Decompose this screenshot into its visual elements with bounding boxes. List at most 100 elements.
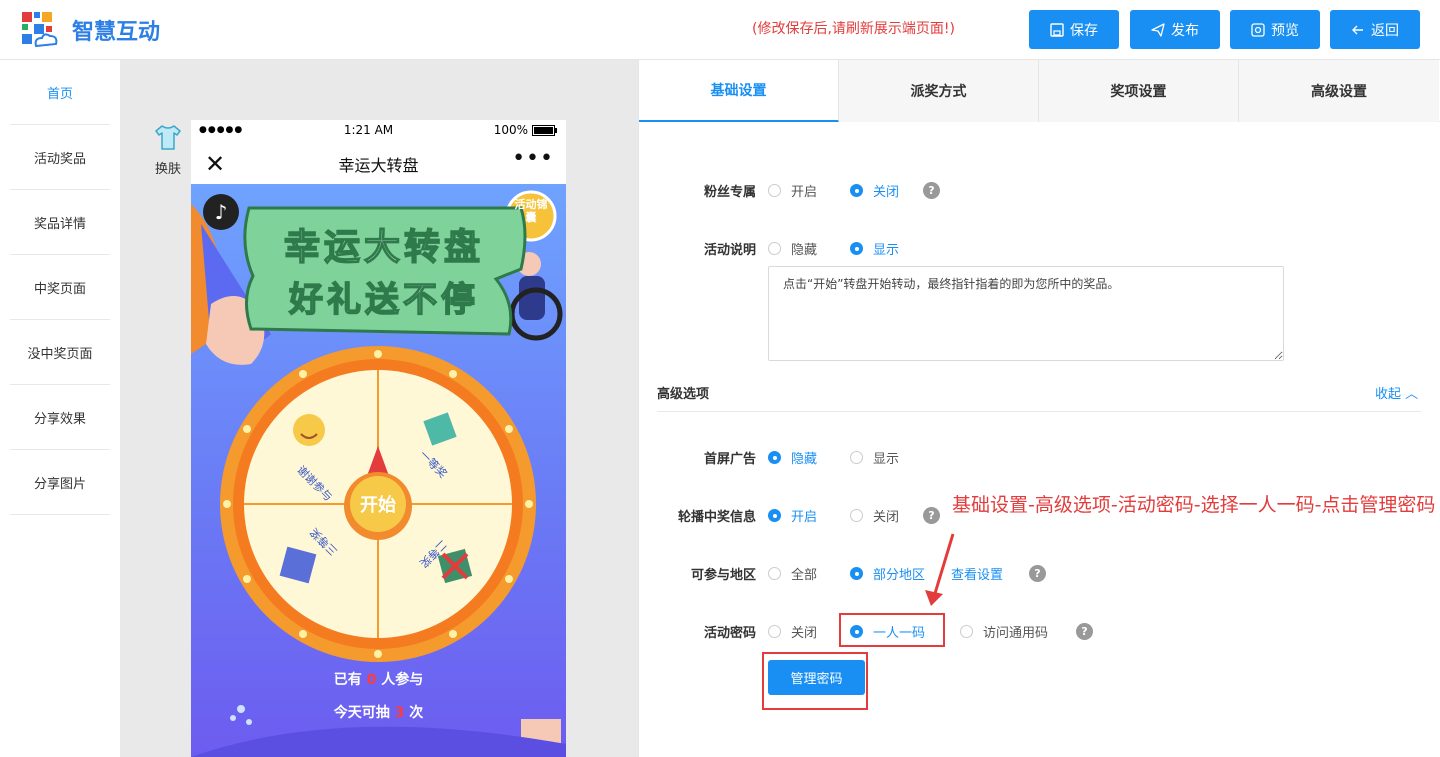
help-icon[interactable]: ? — [923, 506, 940, 524]
start-button[interactable]: 开始 — [350, 491, 406, 517]
section-divider — [657, 411, 1421, 412]
region-label: 可参与地区 — [690, 567, 756, 583]
nav-item-prizes[interactable]: 活动奖品 — [10, 125, 110, 190]
carousel-off-radio[interactable]: 关闭 — [850, 506, 899, 525]
save-button[interactable]: 保存 — [1029, 10, 1119, 49]
left-nav: 首页 活动奖品 奖品详情 中奖页面 没中奖页面 分享效果 分享图片 — [0, 60, 120, 757]
arrow-left-icon — [1352, 25, 1363, 34]
nav-item-share-effect[interactable]: 分享效果 — [10, 385, 110, 450]
status-bar: ●●●●● 1:21 AM 100% — [191, 120, 566, 140]
highlight-box-manage — [762, 652, 868, 710]
fans-only-on-radio[interactable]: 开启 — [768, 181, 817, 200]
chevron-up-icon: ︿ — [1405, 387, 1419, 402]
help-icon[interactable]: ? — [1076, 622, 1093, 640]
password-label: 活动密码 — [703, 625, 756, 641]
carousel-on-radio[interactable]: 开启 — [768, 506, 817, 525]
lottery-stage: ♪ 幸运大转盘 好礼送不停 活动锦囊 谢谢参与 一等奖 二等奖 三等奖 开始 已… — [191, 184, 566, 757]
radio-dot — [768, 450, 781, 464]
brand-name: 智慧互动 — [72, 20, 161, 45]
save-icon — [1050, 22, 1064, 37]
more-icon[interactable]: ••• — [512, 146, 554, 171]
draws-text: 今天可抽 3 次 — [191, 702, 566, 722]
radio-dot — [768, 624, 781, 638]
send-icon — [1151, 22, 1165, 37]
fans-only-on-label: 开启 — [791, 184, 818, 200]
help-icon[interactable]: ? — [1029, 564, 1046, 582]
collapse-toggle[interactable]: 收起 ︿ — [1375, 383, 1418, 402]
password-common-radio[interactable]: 访问通用码 — [960, 622, 1048, 641]
back-button[interactable]: 返回 — [1330, 10, 1420, 49]
skin-label: 换肤 — [154, 162, 181, 177]
preview-icon — [1251, 22, 1265, 37]
fans-only-off-label: 关闭 — [873, 184, 900, 200]
description-row: 活动说明 隐藏 显示 — [639, 236, 1440, 260]
settings-panel: 基础设置 派奖方式 奖项设置 高级设置 粉丝专属 开启 关闭 ? 活动说明 隐藏… — [638, 60, 1440, 757]
instruction-annotation: 基础设置-高级选项-活动密码-选择一人一码-点击管理密码 — [952, 494, 1436, 516]
splash-ad-hide-label: 隐藏 — [791, 451, 818, 467]
save-label: 保存 — [1070, 22, 1098, 39]
nav-item-win-page[interactable]: 中奖页面 — [10, 255, 110, 320]
advanced-options-title: 高级选项 — [657, 387, 710, 402]
collapse-label: 收起 — [1375, 387, 1402, 402]
banner-line2: 好礼送不停 — [288, 279, 479, 321]
radio-dot — [768, 508, 781, 522]
back-label: 返回 — [1371, 22, 1399, 39]
phone-title: 幸运大转盘 — [338, 156, 419, 175]
status-time: 1:21 AM — [343, 123, 394, 137]
battery-icon — [532, 124, 557, 136]
publish-button[interactable]: 发布 — [1130, 10, 1220, 49]
carousel-off-label: 关闭 — [873, 509, 900, 525]
password-common-label: 访问通用码 — [983, 625, 1049, 641]
logo-icon — [22, 12, 58, 48]
nav-item-lose-page[interactable]: 没中奖页面 — [10, 320, 110, 385]
radio-dot — [850, 566, 863, 580]
battery-level: 100% — [493, 123, 528, 137]
preview-button[interactable]: 预览 — [1230, 10, 1320, 49]
tab-basic-settings[interactable]: 基础设置 — [639, 60, 839, 122]
shirt-icon — [155, 125, 181, 150]
radio-dot — [768, 183, 781, 197]
description-show-radio[interactable]: 显示 — [850, 239, 899, 258]
nav-item-prize-details[interactable]: 奖品详情 — [10, 190, 110, 255]
tab-award-method[interactable]: 派奖方式 — [839, 60, 1039, 122]
region-part-radio[interactable]: 部分地区 — [850, 564, 925, 583]
region-row: 可参与地区 全部 部分地区 查看设置 ? — [639, 561, 1440, 585]
description-show-label: 显示 — [873, 242, 900, 258]
phone-preview: ●●●●● 1:21 AM 100% ✕ 幸运大转盘 ••• ♪ 幸运大转盘 好… — [191, 120, 566, 757]
draws-count: 3 — [394, 705, 405, 721]
participants-count: 0 — [366, 672, 377, 688]
draws-post: 次 — [409, 705, 424, 721]
carousel-on-label: 开启 — [791, 509, 818, 525]
tab-prize-settings[interactable]: 奖项设置 — [1039, 60, 1239, 122]
fans-only-row: 粉丝专属 开启 关闭 ? — [639, 178, 1440, 202]
region-all-label: 全部 — [791, 567, 818, 583]
nav-item-share-image[interactable]: 分享图片 — [10, 450, 110, 515]
password-off-radio[interactable]: 关闭 — [768, 622, 817, 641]
help-icon[interactable]: ? — [923, 181, 940, 199]
radio-dot — [960, 624, 973, 638]
splash-ad-label: 首屏广告 — [703, 451, 756, 467]
participants-post: 人参与 — [381, 672, 424, 688]
fans-only-label: 粉丝专属 — [703, 184, 756, 200]
splash-ad-row: 首屏广告 隐藏 显示 — [639, 445, 1440, 469]
splash-ad-show-radio[interactable]: 显示 — [850, 448, 899, 467]
password-row: 活动密码 关闭 一人一码 访问通用码 ? — [639, 619, 1440, 643]
description-hide-label: 隐藏 — [791, 242, 818, 258]
description-textarea[interactable]: 点击“开始”转盘开始转动，最终指针指着的即为您所中的奖品。 — [768, 266, 1284, 361]
tab-advanced-settings[interactable]: 高级设置 — [1239, 60, 1439, 122]
participants-text: 已有 0 人参与 — [191, 669, 566, 689]
description-hide-radio[interactable]: 隐藏 — [768, 239, 817, 258]
nav-item-home[interactable]: 首页 — [10, 60, 110, 125]
top-header: 智慧互动 (修改保存后,请刷新展示端页面!) 保存 发布 预览 返回 — [0, 0, 1440, 60]
fans-only-off-radio[interactable]: 关闭 — [850, 181, 899, 200]
description-label: 活动说明 — [703, 242, 756, 258]
phone-title-bar: ✕ 幸运大转盘 ••• — [191, 140, 566, 184]
banner-line1: 幸运大转盘 — [283, 226, 484, 269]
skin-button[interactable]: 换肤 — [150, 122, 186, 177]
region-all-radio[interactable]: 全部 — [768, 564, 817, 583]
strategy-badge[interactable]: 活动锦囊 — [513, 198, 549, 224]
password-off-label: 关闭 — [791, 625, 818, 641]
radio-dot — [850, 508, 863, 522]
splash-ad-hide-radio[interactable]: 隐藏 — [768, 448, 817, 467]
publish-label: 发布 — [1171, 22, 1199, 39]
